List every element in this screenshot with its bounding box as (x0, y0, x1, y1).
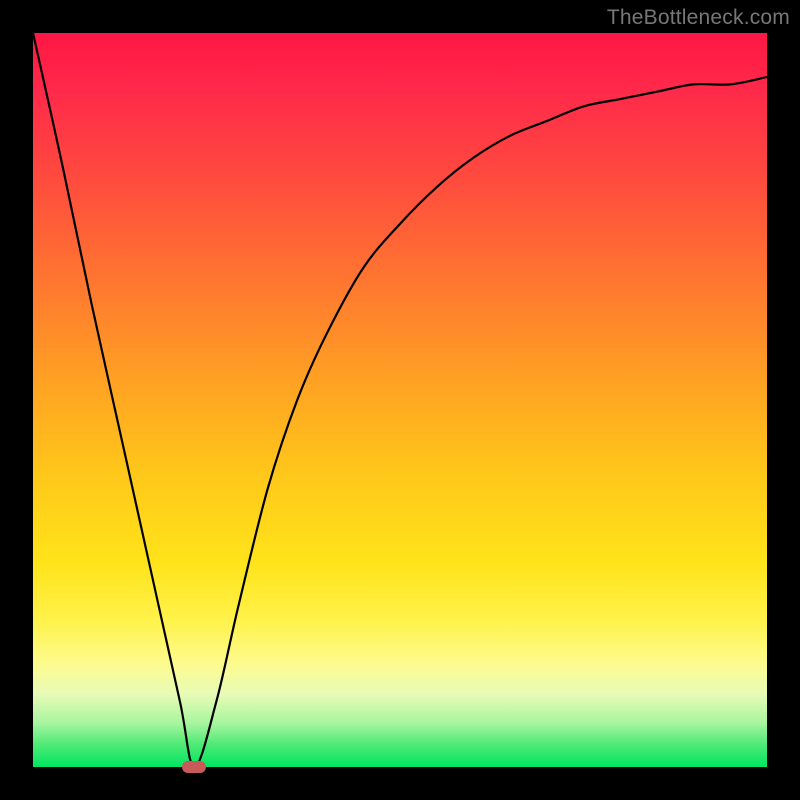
optimum-marker (182, 761, 206, 773)
plot-area (33, 33, 767, 767)
attribution-text: TheBottleneck.com (607, 6, 790, 30)
bottleneck-curve (33, 33, 767, 767)
chart-frame: TheBottleneck.com (0, 0, 800, 800)
curve-path (33, 33, 767, 767)
